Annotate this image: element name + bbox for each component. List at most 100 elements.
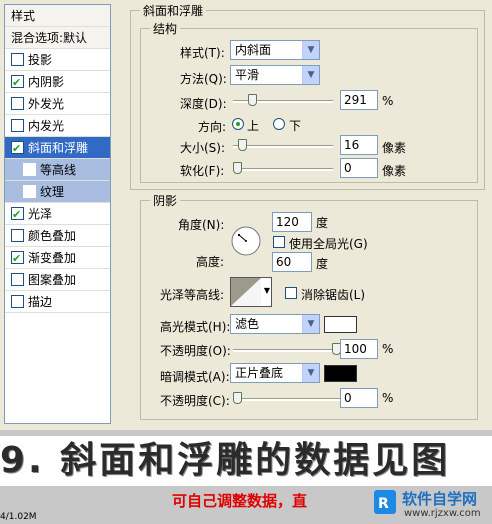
highlight-opacity-unit: % [382,342,394,356]
style-item-inner-glow[interactable]: 内发光 [5,115,110,137]
size-slider-thumb[interactable] [238,139,248,151]
checkbox[interactable] [11,273,24,286]
depth-slider-thumb[interactable] [248,94,258,106]
checkbox[interactable] [11,119,24,132]
antialias-checkbox[interactable] [285,287,297,299]
style-item-pattern-overlay[interactable]: 图案叠加 [5,269,110,291]
checkbox[interactable] [23,185,36,198]
checkbox[interactable] [11,72,24,94]
highlight-opacity-input[interactable]: 100 [340,339,378,359]
shadow-opacity-thumb[interactable] [233,392,242,404]
gloss-contour-label: 光泽等高线: [160,288,225,302]
style-item-label: 内发光 [28,119,65,133]
soften-slider-thumb[interactable] [233,162,242,174]
style-item-label: 渐变叠加 [28,251,77,265]
shading-group [140,200,478,420]
style-item-satin[interactable]: 光泽 [5,203,110,226]
shadow-opacity-slider[interactable] [233,392,341,404]
size-value: 16 [344,138,360,152]
shadow-opacity-input[interactable]: 0 [340,388,378,408]
angle-input[interactable]: 120 [272,212,312,232]
depth-slider[interactable] [233,94,333,106]
caption-title: 9. 斜面和浮雕的数据见图 [0,436,492,486]
direction-label: 方向: [198,120,227,134]
gloss-contour-picker[interactable]: ▼ [230,277,272,307]
highlight-mode-select[interactable]: 滤色 ▼ [230,314,320,334]
depth-input[interactable]: 291 [340,90,378,110]
style-item-drop-shadow[interactable]: 投影 [5,49,110,71]
direction-up-radio[interactable] [232,118,244,130]
bevel-emboss-title: 斜面和浮雕 [140,2,207,19]
style-item-contour[interactable]: 等高线 [5,159,110,181]
checkbox[interactable] [11,204,24,226]
style-item-label: 内阴影 [28,75,65,89]
style-item-bevel-emboss[interactable]: 斜面和浮雕 [5,137,110,160]
style-item-color-overlay[interactable]: 颜色叠加 [5,225,110,247]
shadow-mode-select[interactable]: 正片叠底 ▼ [230,363,320,383]
contour-preview-icon [231,278,261,306]
style-item-label: 光泽 [28,207,53,221]
angle-label: 角度(N): [178,218,225,232]
shadow-opacity-unit: % [382,391,394,405]
svg-text:R: R [378,496,389,512]
style-item-gradient-overlay[interactable]: 渐变叠加 [5,247,110,270]
highlight-opacity-label: 不透明度(O): [160,344,231,358]
global-light-checkbox[interactable] [273,236,285,248]
soften-unit: 像素 [382,164,407,178]
structure-title: 结构 [150,20,181,37]
style-item-label: 描边 [28,295,53,309]
soften-input[interactable]: 0 [340,158,378,178]
chevron-down-icon: ▼ [263,286,270,295]
depth-label: 深度(D): [180,97,227,111]
style-item-label: 外发光 [28,97,65,111]
method-select[interactable]: 平滑 ▼ [230,65,320,85]
checkbox[interactable] [11,295,24,308]
size-label: 大小(S): [180,141,226,155]
style-select[interactable]: 内斜面 ▼ [230,40,320,60]
checkbox[interactable] [11,53,24,66]
style-item-stroke[interactable]: 描边 [5,291,110,313]
style-item-outer-glow[interactable]: 外发光 [5,93,110,115]
watermark-logo: R 软件自学网 www.rjzxw.com [372,484,492,524]
altitude-unit: 度 [316,257,329,271]
altitude-input[interactable]: 60 [272,252,312,272]
shadow-mode-value: 正片叠底 [235,366,284,380]
styles-header-label: 样式 [11,9,36,23]
style-item-texture[interactable]: 纹理 [5,181,110,203]
shading-title: 阴影 [150,192,181,209]
checkbox[interactable] [23,163,36,176]
shadow-mode-label: 暗调模式(A): [160,370,230,384]
watermark-brand: 软件自学网 [402,490,478,508]
direction-down-radio[interactable] [273,118,285,130]
checkbox[interactable] [11,138,24,160]
altitude-label: 高度: [196,255,225,269]
style-item-inner-shadow[interactable]: 内阴影 [5,71,110,94]
style-item-label: 斜面和浮雕 [28,141,89,155]
method-label: 方法(Q): [180,72,227,86]
style-item-label: 纹理 [40,185,65,199]
highlight-color-swatch[interactable] [324,316,357,333]
size-input[interactable]: 16 [340,135,378,155]
highlight-mode-label: 高光模式(H): [160,320,231,334]
shadow-color-swatch[interactable] [324,365,357,382]
size-unit: 像素 [382,141,407,155]
styles-list: 样式 混合选项:默认 投影 内阴影 外发光 内发光 斜面和浮雕 等高线 纹理 光… [4,4,111,424]
caption-subtitle: 可自己调整数据，直 [172,492,308,510]
chevron-down-icon: ▼ [302,41,319,59]
style-select-value: 内斜面 [235,43,272,57]
highlight-opacity-slider[interactable] [233,343,341,355]
soften-label: 软化(F): [180,164,225,178]
soften-slider[interactable] [233,162,333,174]
checkbox[interactable] [11,97,24,110]
style-item-label: 等高线 [40,163,77,177]
blend-options-item[interactable]: 混合选项:默认 [5,27,110,49]
checkbox[interactable] [11,229,24,242]
checkbox[interactable] [11,248,24,270]
styles-header[interactable]: 样式 [5,5,110,27]
status-text: 4/1.02M [0,512,37,522]
angle-value: 120 [276,215,299,229]
size-slider[interactable] [233,139,333,151]
chevron-down-icon: ▼ [302,364,319,382]
angle-dial-icon[interactable] [230,225,262,257]
global-light-label: 使用全局光(G) [289,237,368,251]
